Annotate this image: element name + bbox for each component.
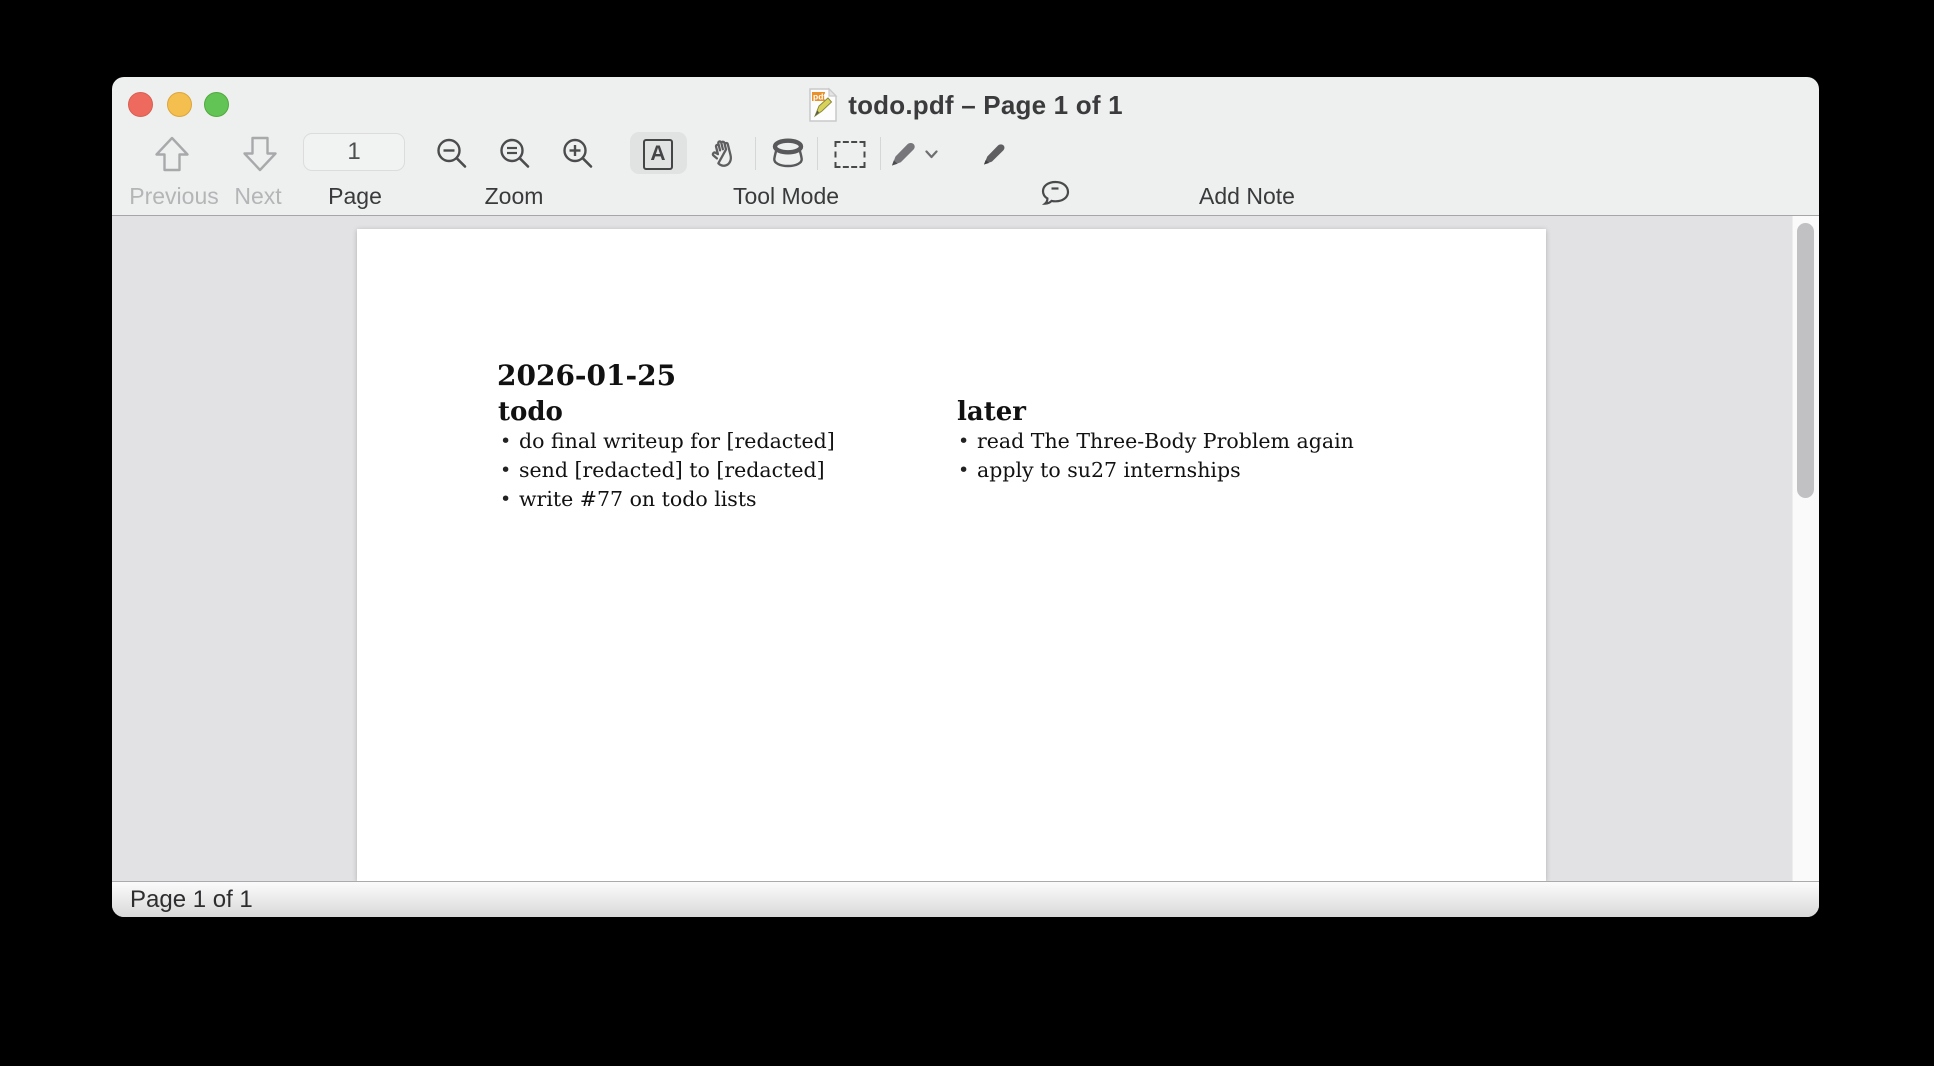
list-item: send [redacted] to [redacted] [500,456,835,485]
add-text-note-button[interactable] [141,134,1820,174]
svg-text:pdf: pdf [813,92,826,102]
page-status-text: Page 1 of 1 [130,886,253,914]
speech-bubble-icon [1039,179,1071,209]
list-item: do final writeup for [redacted] [500,427,835,456]
pdf-viewer-window: pdf todo.pdf – Page 1 of 1 [112,77,1819,917]
title-bar: pdf todo.pdf – Page 1 of 1 [112,77,1819,127]
pencil-icon [980,140,1008,168]
list-item: apply to su27 internships [958,456,1354,485]
list-item: write #77 on todo lists [500,485,835,514]
pdf-file-icon: pdf [808,87,838,123]
later-heading: later [957,397,1026,427]
add-note-label: Add Note [1199,183,1295,210]
later-list: read The Three-Body Problem again apply … [958,427,1354,485]
document-view: 2026-01-25 todo do final writeup for [re… [112,216,1819,881]
list-item: read The Three-Body Problem again [958,427,1354,456]
pdf-page: 2026-01-25 todo do final writeup for [re… [357,229,1546,881]
add-anchored-note-button[interactable] [202,174,1820,214]
status-bar: Page 1 of 1 [112,881,1819,917]
todo-list: do final writeup for [redacted] send [re… [500,427,835,514]
window-title: todo.pdf – Page 1 of 1 [848,90,1123,121]
todo-heading: todo [498,397,563,427]
toolbar: Previous Next Page [112,127,1819,216]
vertical-scrollbar-thumb[interactable] [1797,223,1814,498]
date-heading: 2026-01-25 [497,359,676,392]
vertical-scrollbar-track[interactable] [1792,216,1819,881]
